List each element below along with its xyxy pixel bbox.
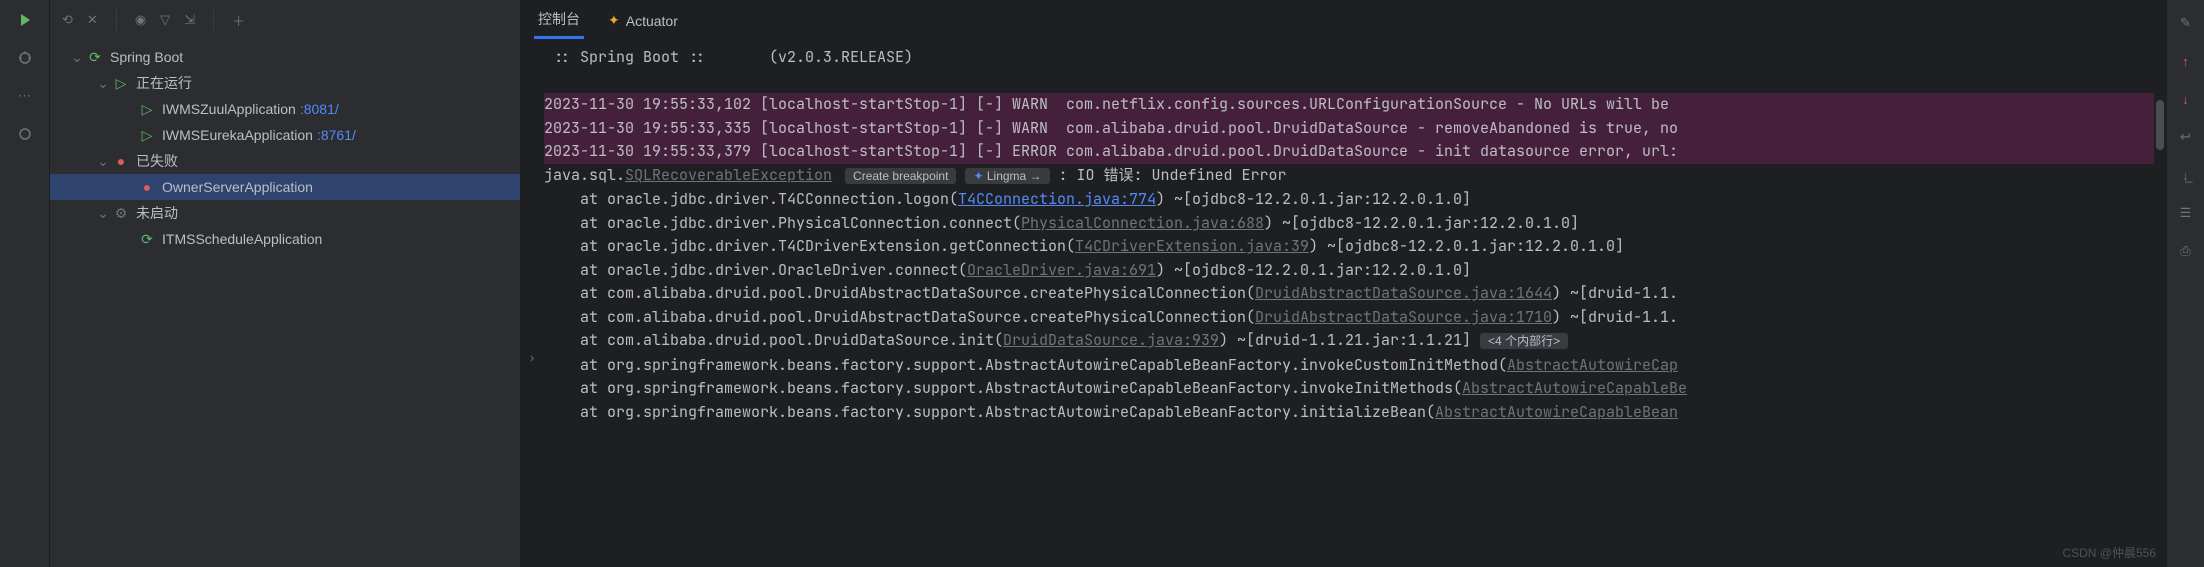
gear-icon: ⚙: [112, 205, 130, 222]
tree-label: 正在运行: [136, 73, 192, 93]
tree-node-app[interactable]: ▷ IWMSZuulApplication :8081/: [50, 96, 520, 122]
console-gutter: ›: [520, 40, 544, 567]
app-name: OwnerServerApplication: [162, 179, 313, 195]
vertical-scrollbar[interactable]: [2154, 40, 2166, 567]
dots-icon[interactable]: ⋯: [15, 86, 35, 106]
tab-actuator[interactable]: ✦ Actuator: [604, 4, 682, 39]
reload-icon[interactable]: ⟲: [62, 12, 73, 28]
chevron-down-icon: ⌄: [94, 153, 112, 170]
arrow-up-icon[interactable]: ↑: [2177, 52, 2195, 70]
error-icon: ●: [138, 179, 156, 195]
bug-icon[interactable]: [15, 48, 35, 68]
tree-node-not-started[interactable]: ⌄ ⚙ 未启动: [50, 200, 520, 226]
tree-node-running[interactable]: ⌄ ▷ 正在运行: [50, 70, 520, 96]
app-name: ITMSScheduleApplication: [162, 231, 322, 247]
tree-label: 未启动: [136, 203, 178, 223]
close-icon[interactable]: ✕: [87, 12, 98, 28]
tab-console[interactable]: 控制台: [534, 1, 584, 39]
spring-icon: ⟳: [86, 49, 104, 66]
scroll-end-icon[interactable]: ↓̲: [2177, 166, 2195, 184]
tree-toolbar: ⟲ ✕ ◉ ▽ ⇲ ＋: [50, 0, 520, 40]
list-icon[interactable]: ☰: [2177, 204, 2195, 222]
filter-icon[interactable]: ▽: [160, 12, 170, 28]
tree-node-app-selected[interactable]: ● OwnerServerApplication: [50, 174, 520, 200]
tree-node-failed[interactable]: ⌄ ● 已失败: [50, 148, 520, 174]
chevron-down-icon: ⌄: [68, 49, 86, 66]
play-icon: ▷: [138, 127, 156, 144]
tab-label: Actuator: [626, 13, 678, 29]
tree-label: Spring Boot: [110, 49, 183, 65]
tree-label: 已失败: [136, 151, 178, 171]
bug2-icon[interactable]: [15, 124, 35, 144]
add-icon[interactable]: ＋: [232, 11, 245, 30]
console-output[interactable]: :: Spring Boot :: (v2.0.3.RELEASE) 2023-…: [544, 40, 2154, 567]
chevron-right-icon[interactable]: ›: [530, 350, 534, 365]
tree-node-spring-boot[interactable]: ⌄ ⟳ Spring Boot: [50, 44, 520, 70]
chevron-down-icon: ⌄: [94, 75, 112, 92]
print-icon[interactable]: ⎙: [2177, 242, 2195, 260]
console-tabs: 控制台 ✦ Actuator: [520, 0, 2166, 40]
wrap-icon[interactable]: ↩: [2177, 128, 2195, 146]
actuator-icon: ✦: [608, 12, 620, 29]
pencil-icon[interactable]: ✎: [2177, 14, 2195, 32]
chevron-down-icon: ⌄: [94, 205, 112, 222]
services-tree: ⌄ ⟳ Spring Boot ⌄ ▷ 正在运行 ▷ IWMSZuulAppli…: [50, 40, 520, 252]
scroll-thumb[interactable]: [2156, 100, 2164, 150]
app-port[interactable]: :8761/: [317, 127, 356, 143]
app-name: IWMSEurekaApplication: [162, 127, 313, 143]
tree-node-app[interactable]: ▷ IWMSEurekaApplication :8761/: [50, 122, 520, 148]
play-icon: ▷: [138, 101, 156, 118]
play-icon: ▷: [112, 75, 130, 92]
spring-icon: ⟳: [138, 231, 156, 248]
app-name: IWMSZuulApplication: [162, 101, 296, 117]
app-port[interactable]: :8081/: [300, 101, 339, 117]
expand-icon[interactable]: ⇲: [184, 12, 195, 28]
tree-node-app[interactable]: ⟳ ITMSScheduleApplication: [50, 226, 520, 252]
eye-icon[interactable]: ◉: [135, 12, 146, 28]
watermark: CSDN @仲晨556: [2062, 544, 2156, 561]
run-icon[interactable]: [15, 10, 35, 30]
arrow-down-icon[interactable]: ↓: [2177, 90, 2195, 108]
error-icon: ●: [112, 153, 130, 169]
